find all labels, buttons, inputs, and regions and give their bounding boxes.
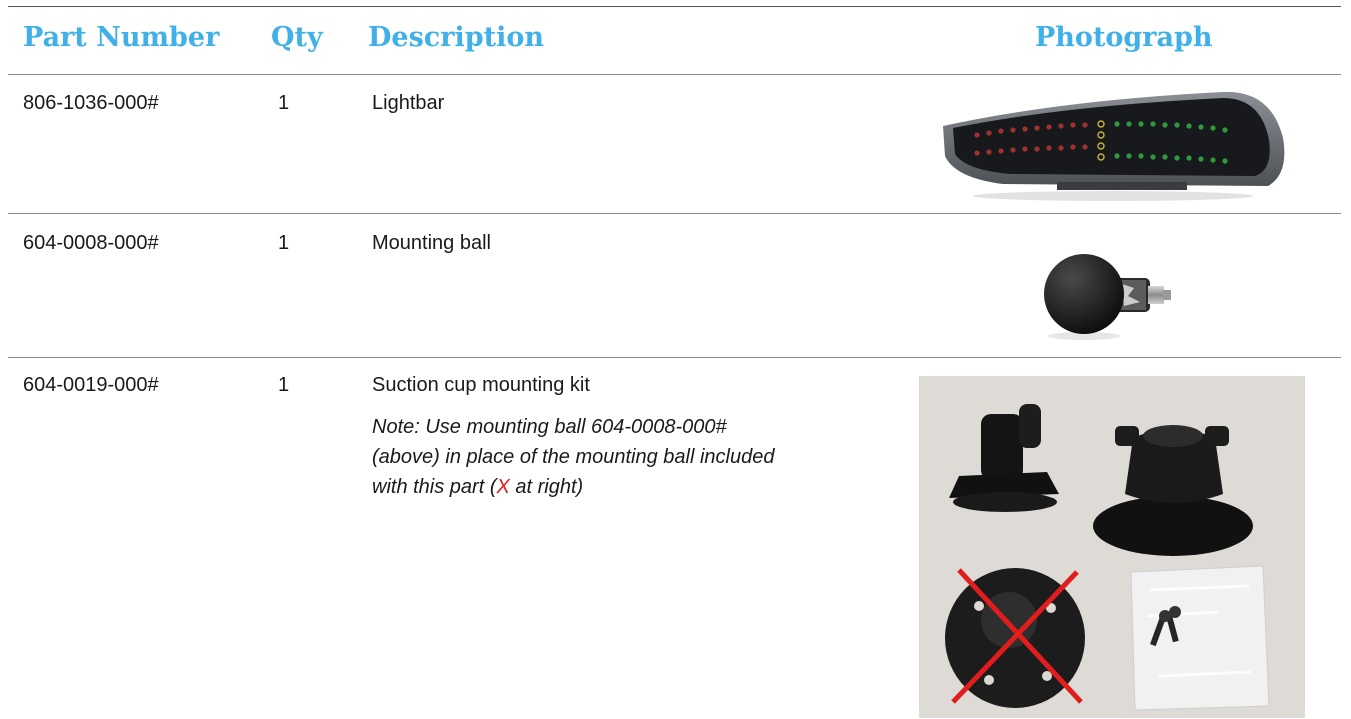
row-1-part-number: 806-1036-000#: [23, 92, 159, 114]
row-3-qty: 1: [278, 374, 290, 396]
header-qty: Qty: [271, 22, 323, 53]
row-3-description: Suction cup mounting kit: [372, 374, 590, 396]
row-1-qty: 1: [278, 92, 290, 114]
row-3-note-x-mark: X: [496, 476, 510, 498]
row-1-rule: [8, 213, 1341, 214]
suction-cup-kit-photo-icon: [919, 376, 1305, 718]
row-2-part-number: 604-0008-000#: [23, 232, 159, 254]
row-2-description: Mounting ball: [372, 232, 491, 254]
header-part-number: Part Number: [23, 22, 220, 53]
row-2-rule: [8, 357, 1341, 358]
header-rule: [8, 74, 1341, 75]
row-2-qty: 1: [278, 232, 290, 254]
row-3-part-number: 604-0019-000#: [23, 374, 159, 396]
lightbar-photo-icon: [943, 91, 1285, 201]
table-top-rule: [8, 6, 1341, 7]
row-1-description: Lightbar: [372, 92, 445, 114]
header-description: Description: [368, 22, 544, 53]
row-3-note: Note: Use mounting ball 604-0008-000# (a…: [372, 412, 792, 502]
mounting-ball-photo-icon: [1044, 254, 1171, 340]
row-3-note-text-end: at right): [509, 476, 584, 498]
header-photograph: Photograph: [1035, 22, 1213, 53]
